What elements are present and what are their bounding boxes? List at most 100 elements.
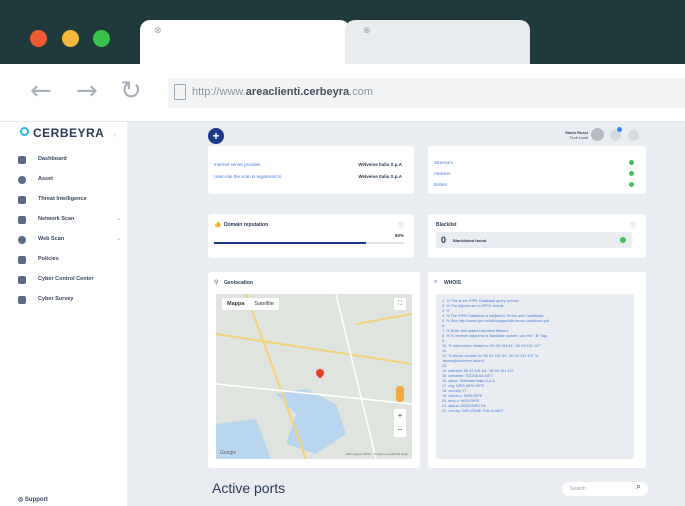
main-content: + Mario Rossi Tech Lead Internet server … — [128, 122, 685, 506]
chevron-down-icon: ⌄ — [116, 216, 122, 222]
map-type-tabs: Mappa Satellite — [222, 298, 279, 310]
whois-card: ⌕ WHOIS 1. % This is the RIPE Database q… — [428, 272, 646, 468]
url-text[interactable]: http://www.areaclienti.cerbeyra.com — [192, 86, 373, 98]
close-window-button[interactable] — [30, 30, 47, 47]
sidebar-item-web-scan[interactable]: Web Scan ⌄ — [18, 234, 122, 248]
policy-icon — [18, 256, 26, 264]
info-icon[interactable]: ⓘ — [630, 221, 636, 230]
whois-output: 1. % This is the RIPE Database query ser… — [436, 294, 634, 459]
status-row: Attacker — [434, 171, 634, 179]
back-arrow-icon[interactable]: ← — [30, 76, 52, 106]
satellite-tab[interactable]: Satellite — [249, 298, 279, 310]
map[interactable]: Mappa Satellite ⛶ + − Google Dati mappa … — [216, 294, 412, 459]
browser-tab-active[interactable]: ⊗ — [140, 20, 350, 64]
sidebar-item-label: Dashboard — [38, 156, 67, 162]
settings-icon[interactable] — [628, 130, 639, 141]
card-title: WHOIS — [444, 280, 461, 286]
survey-icon — [18, 296, 26, 304]
sidebar-item-asset[interactable]: Asset — [18, 174, 118, 188]
status-ok-icon — [629, 182, 634, 187]
info-key: User-role the scan is registered to — [214, 174, 282, 179]
minimize-window-button[interactable] — [62, 30, 79, 47]
browser-chrome: ⊗ ⊗ — [0, 0, 685, 64]
sidebar-item-label: Asset — [38, 176, 53, 182]
logo: CERBEYRA — [20, 126, 104, 140]
sidebar-item-label: Cyber Control Center — [38, 276, 94, 282]
sidebar-item-cyber-control-center[interactable]: Cyber Control Center — [18, 274, 118, 288]
info-key: Internet server provider — [214, 162, 261, 167]
card-title: Domain reputation — [224, 222, 269, 228]
sidebar-item-cyber-survey[interactable]: Cyber Survey — [18, 294, 118, 308]
domain-reputation-card: 👍 Domain reputation ⓘ 80% — [208, 214, 414, 258]
zoom-out-button[interactable]: − — [394, 423, 406, 437]
search-icon[interactable]: ⌕ — [636, 482, 641, 492]
user-info: Mario Rossi Tech Lead — [528, 130, 588, 140]
status-ok-icon — [629, 171, 634, 176]
reputation-bar — [214, 242, 404, 244]
blacklist-count: 0 — [441, 235, 447, 245]
status-ok-icon — [629, 160, 634, 165]
grid-icon — [18, 156, 26, 164]
whois-icon: ⌕ — [434, 279, 438, 285]
info-row: Internet server provider Welveine Italia… — [214, 162, 402, 170]
sidebar-item-label: Policies — [38, 256, 59, 262]
blacklist-label: Blacklisted found — [453, 238, 487, 243]
forward-arrow-icon[interactable]: → — [76, 76, 98, 106]
info-row: User-role the scan is registered to Welv… — [214, 174, 402, 182]
support-link[interactable]: ◎ Support — [18, 496, 48, 503]
browser-tab-inactive[interactable]: ⊗ — [345, 20, 530, 64]
reload-icon[interactable]: ↻ — [120, 76, 142, 106]
google-logo: Google — [220, 450, 237, 456]
geolocation-card: ⚲ Geolocation Mappa Satellite ⛶ + − Goog… — [208, 272, 420, 468]
network-icon — [18, 216, 26, 224]
status-row: Botnet — [434, 182, 634, 190]
globe-icon — [18, 236, 26, 244]
zoom-controls: + − — [394, 409, 406, 437]
info-icon[interactable]: ⓘ — [398, 221, 404, 230]
page-icon — [174, 84, 186, 100]
collapse-sidebar-icon[interactable]: ‹ — [114, 132, 116, 139]
map-tab[interactable]: Mappa — [222, 298, 249, 310]
avatar[interactable] — [591, 128, 604, 141]
sidebar-item-label: Web Scan — [38, 236, 65, 242]
maximize-window-button[interactable] — [93, 30, 110, 47]
close-tab-icon[interactable]: ⊗ — [154, 26, 162, 36]
active-ports-title: Active ports — [212, 480, 286, 496]
top-bar: + Mario Rossi Tech Lead — [128, 122, 685, 146]
browser-navbar: ← → ↻ http://www.areaclienti.cerbeyra.co… — [0, 64, 685, 122]
street-view-icon[interactable] — [396, 386, 404, 402]
control-icon — [18, 276, 26, 284]
location-pin-icon: ⚲ — [214, 280, 219, 286]
asset-icon — [18, 176, 26, 184]
status-label: Stressors — [434, 160, 454, 165]
notification-badge — [617, 127, 622, 132]
sidebar-item-threat-intelligence[interactable]: Threat Intelligence — [18, 194, 118, 208]
sidebar-item-policies[interactable]: Policies — [18, 254, 118, 268]
network-info-card: Internet server provider Welveine Italia… — [208, 146, 414, 194]
address-bar[interactable]: http://www.areaclienti.cerbeyra.com — [168, 78, 685, 108]
reputation-percent: 80% — [394, 233, 404, 238]
map-credits[interactable]: Dati mappa ©2020 · Termini e condizioni … — [346, 452, 408, 456]
sidebar-item-dashboard[interactable]: Dashboard — [18, 154, 118, 168]
sidebar-item-network-scan[interactable]: Network Scan ⌄ — [18, 214, 122, 228]
chevron-down-icon: ⌄ — [116, 236, 122, 242]
zoom-in-button[interactable]: + — [394, 409, 406, 423]
status-row: Stressors — [434, 160, 634, 168]
blacklist-card: Blacklist ⓘ 0 Blacklisted found — [428, 214, 646, 258]
whois-line: 22. mnt-by: WELVEINE-ITALIA-MNT — [442, 409, 504, 413]
status-ok-icon — [620, 237, 626, 243]
map-terrain — [216, 294, 412, 459]
thumbs-up-icon: 👍 — [214, 222, 222, 228]
reputation-bar-fill — [214, 242, 366, 244]
sidebar-item-label: Network Scan — [38, 216, 75, 222]
info-value: Welveine Italia S.p.A — [358, 174, 402, 179]
fullscreen-icon[interactable]: ⛶ — [394, 298, 406, 310]
close-tab-icon[interactable]: ⊗ — [363, 26, 371, 36]
status-label: Botnet — [434, 182, 448, 187]
sidebar-item-label: Threat Intelligence — [38, 196, 87, 202]
threat-status-card: Stressors Attacker Botnet — [428, 146, 646, 194]
status-label: Attacker — [434, 171, 451, 176]
sidebar: CERBEYRA ‹ Dashboard Asset Threat Intell… — [0, 122, 128, 506]
add-button[interactable]: + — [208, 128, 224, 144]
blacklist-summary: 0 Blacklisted found — [436, 232, 632, 248]
